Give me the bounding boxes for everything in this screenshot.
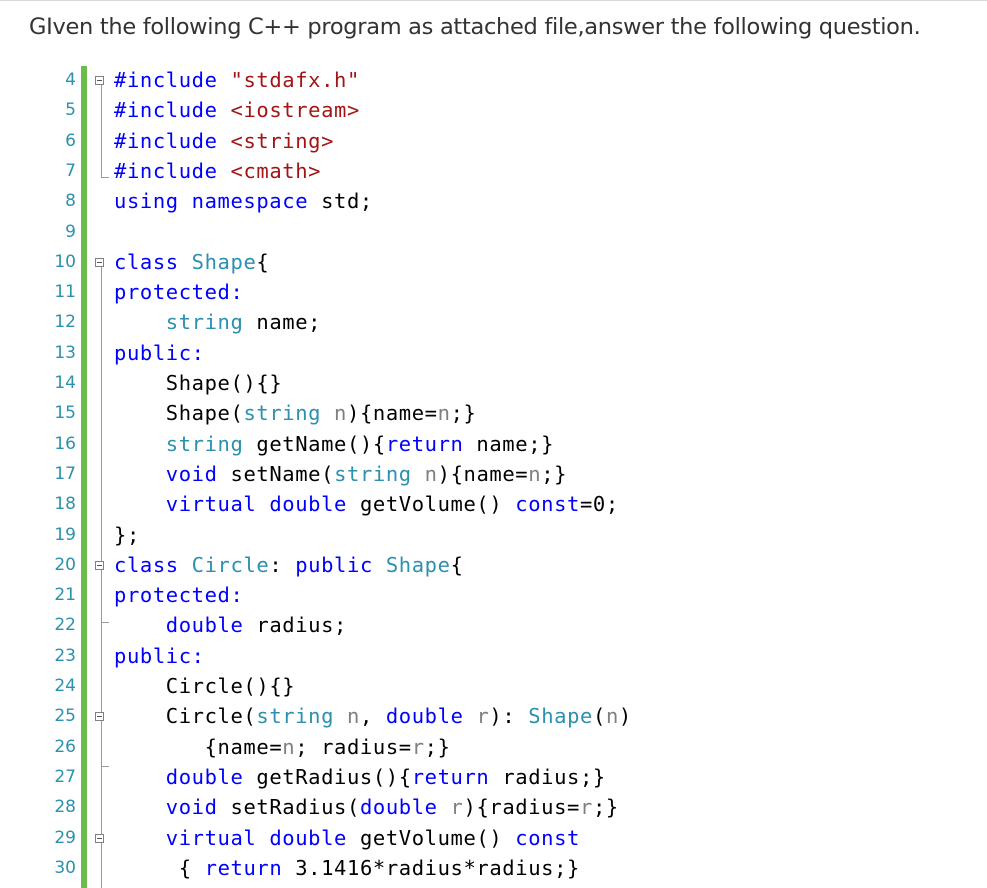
- code-line: Circle(string n, double r): Shape(n): [165, 704, 632, 728]
- line-number: 27: [54, 767, 76, 787]
- collapse-icon[interactable]: [95, 76, 104, 85]
- code-line: protected:: [114, 280, 244, 304]
- code-line: { return 3.1416*radius*radius;}: [178, 856, 580, 880]
- code-screenshot: 4 5 6 7 8 9 10 11 12 13 14 15 16 17 18 1…: [44, 66, 744, 888]
- collapse-icon[interactable]: [95, 561, 104, 570]
- code-line: double radius;: [165, 613, 347, 637]
- code-line: Shape(string n){name=n;}: [165, 401, 477, 425]
- code-line: {name=n; radius=r;}: [204, 735, 451, 759]
- code-line: string name;: [165, 310, 322, 334]
- outline-guide-end: [101, 177, 109, 178]
- code-line: #include <iostream>: [114, 98, 360, 122]
- line-number: 13: [54, 343, 76, 363]
- line-number: 18: [54, 494, 76, 514]
- line-number: 16: [54, 434, 76, 454]
- line-number: 30: [54, 858, 76, 878]
- line-number: 20: [54, 555, 76, 575]
- code-line: };: [114, 523, 140, 547]
- code-line: Shape(){}: [165, 371, 283, 395]
- line-number: 15: [54, 403, 76, 423]
- code-line: using namespace std;: [114, 189, 373, 213]
- code-line: protected:: [114, 583, 244, 607]
- outline-guide-end: [101, 766, 109, 767]
- code-line: #include <string>: [114, 129, 335, 153]
- line-number: 19: [54, 525, 76, 545]
- line-number: 4: [65, 70, 76, 90]
- outline-guide-end: [101, 622, 109, 623]
- outline-guide: [101, 85, 102, 177]
- line-number: 21: [54, 585, 76, 605]
- line-number: 26: [54, 737, 76, 757]
- collapse-icon[interactable]: [95, 834, 104, 843]
- top-divider: [0, 0, 987, 1]
- line-number: 9: [65, 222, 76, 242]
- line-number: 14: [54, 373, 76, 393]
- code-line: virtual double getVolume() const: [165, 826, 580, 850]
- line-number: 8: [65, 191, 76, 211]
- code-line: void setName(string n){name=n;}: [165, 462, 568, 486]
- line-number: 29: [54, 828, 76, 848]
- code-line: #include "stdafx.h": [114, 68, 360, 92]
- code-line: string getName(){return name;}: [165, 432, 555, 456]
- line-number: 17: [54, 464, 76, 484]
- line-number: 10: [54, 252, 76, 272]
- line-number: 23: [54, 646, 76, 666]
- code-line: Circle(){}: [165, 674, 296, 698]
- line-number: 22: [54, 615, 76, 635]
- line-number: 12: [54, 312, 76, 332]
- line-number: 7: [65, 161, 76, 181]
- line-number: 25: [54, 706, 76, 726]
- line-number: 28: [54, 797, 76, 817]
- code-line: #include <cmath>: [114, 159, 322, 183]
- code-line: public:: [114, 644, 205, 668]
- code-line: double getRadius(){return radius;}: [165, 765, 606, 789]
- question-text: GIven the following C++ program as attac…: [29, 14, 921, 40]
- outline-guide: [101, 843, 102, 888]
- line-number: 6: [65, 131, 76, 151]
- line-number: 11: [54, 282, 76, 302]
- collapse-icon[interactable]: [95, 258, 104, 267]
- code-line: public:: [114, 341, 205, 365]
- collapse-icon[interactable]: [95, 712, 104, 721]
- code-line: class Circle: public Shape{: [114, 553, 464, 577]
- line-number: 5: [65, 100, 76, 120]
- outline-guide: [101, 721, 102, 766]
- line-number: 24: [54, 676, 76, 696]
- code-line: virtual double getVolume() const=0;: [165, 492, 619, 516]
- change-bar: [81, 66, 87, 888]
- code-line: void setRadius(double r){radius=r;}: [165, 795, 619, 819]
- code-line: class Shape{: [114, 250, 270, 274]
